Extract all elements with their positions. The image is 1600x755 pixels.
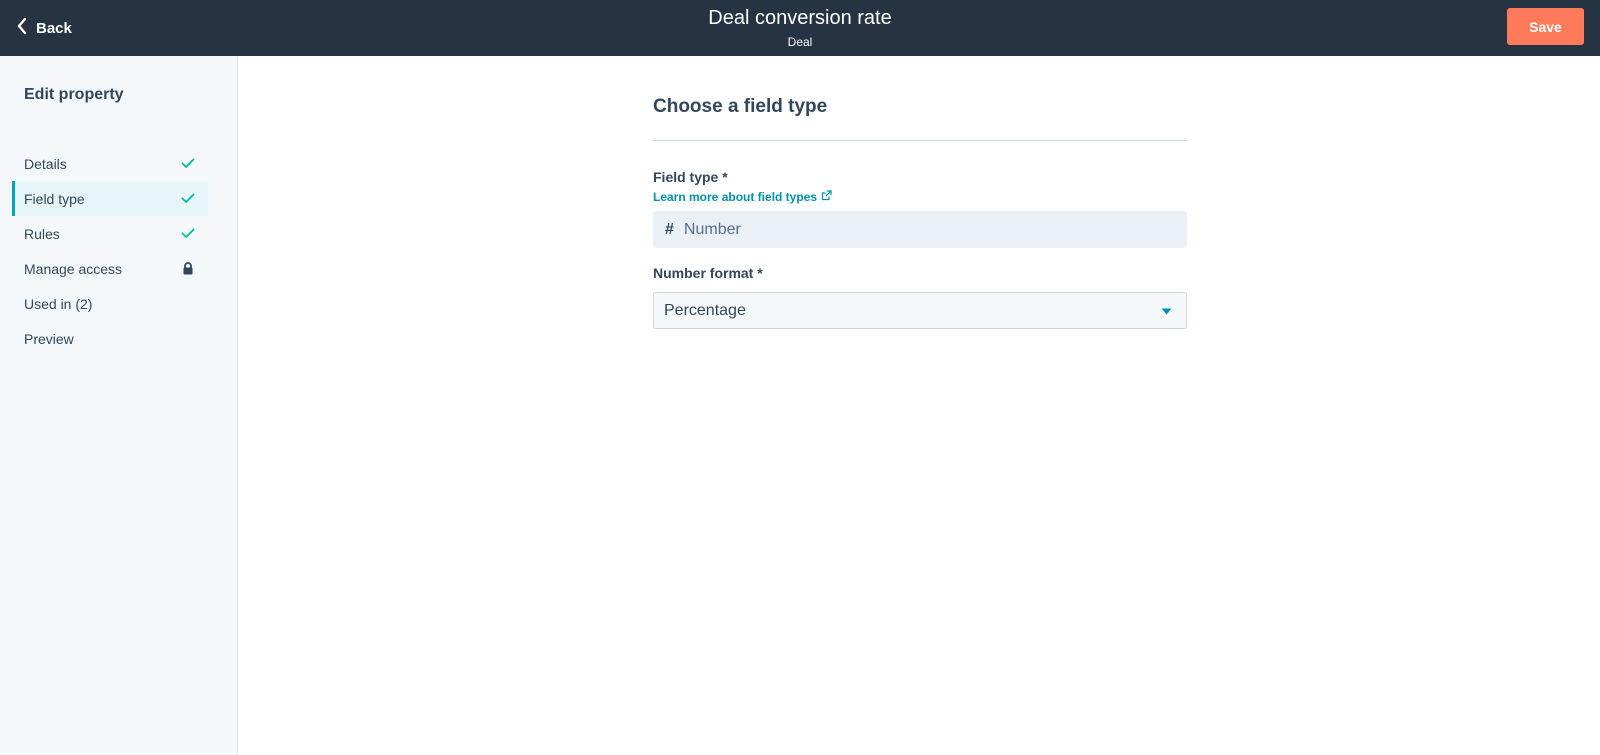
sidebar-item-manage-access[interactable]: Manage access [12,251,208,286]
sidebar: Edit property Details Field type Rules M… [0,56,238,755]
external-link-icon [821,190,832,204]
back-button[interactable]: Back [16,16,72,40]
sidebar-item-used-in[interactable]: Used in (2) [12,286,208,321]
number-hash-icon: # [665,220,674,238]
field-type-value: Number [683,220,741,238]
sidebar-item-details[interactable]: Details [12,146,208,181]
section-title: Choose a field type [653,96,828,117]
page-title-group: Deal conversion rate Deal [0,6,1600,50]
sidebar-item-rules[interactable]: Rules [12,216,208,251]
sidebar-item-label: Used in (2) [24,295,93,312]
page-subtitle: Deal [787,35,813,49]
sidebar-item-label: Rules [24,225,60,242]
chevron-left-icon [16,17,28,40]
check-icon [180,191,196,207]
field-type-display: # Number [653,211,1187,248]
check-icon [180,226,196,242]
caret-down-icon [1161,302,1172,320]
sidebar-item-label: Field type [24,190,85,207]
back-label: Back [36,19,72,37]
learn-more-link[interactable]: Learn more about field types [653,190,832,204]
top-bar: Back Deal conversion rate Deal Save [0,0,1600,56]
number-format-value: Percentage [664,301,746,319]
save-button[interactable]: Save [1507,8,1584,45]
field-type-label: Field type * [653,169,728,185]
sidebar-heading: Edit property [24,86,124,103]
sidebar-item-label: Manage access [24,260,123,277]
lock-icon [180,261,196,277]
section-divider [653,140,1187,141]
sidebar-item-field-type[interactable]: Field type [12,181,208,216]
learn-more-link-text: Learn more about field types [653,190,818,204]
sidebar-item-label: Preview [24,330,74,347]
sidebar-item-preview[interactable]: Preview [12,321,208,356]
check-icon [180,156,196,172]
page-title: Deal conversion rate [708,7,892,29]
number-format-label: Number format * [653,265,763,281]
sidebar-item-label: Details [24,155,67,172]
sidebar-nav: Details Field type Rules Manage access U… [12,146,208,356]
number-format-select[interactable]: Percentage [653,292,1187,329]
